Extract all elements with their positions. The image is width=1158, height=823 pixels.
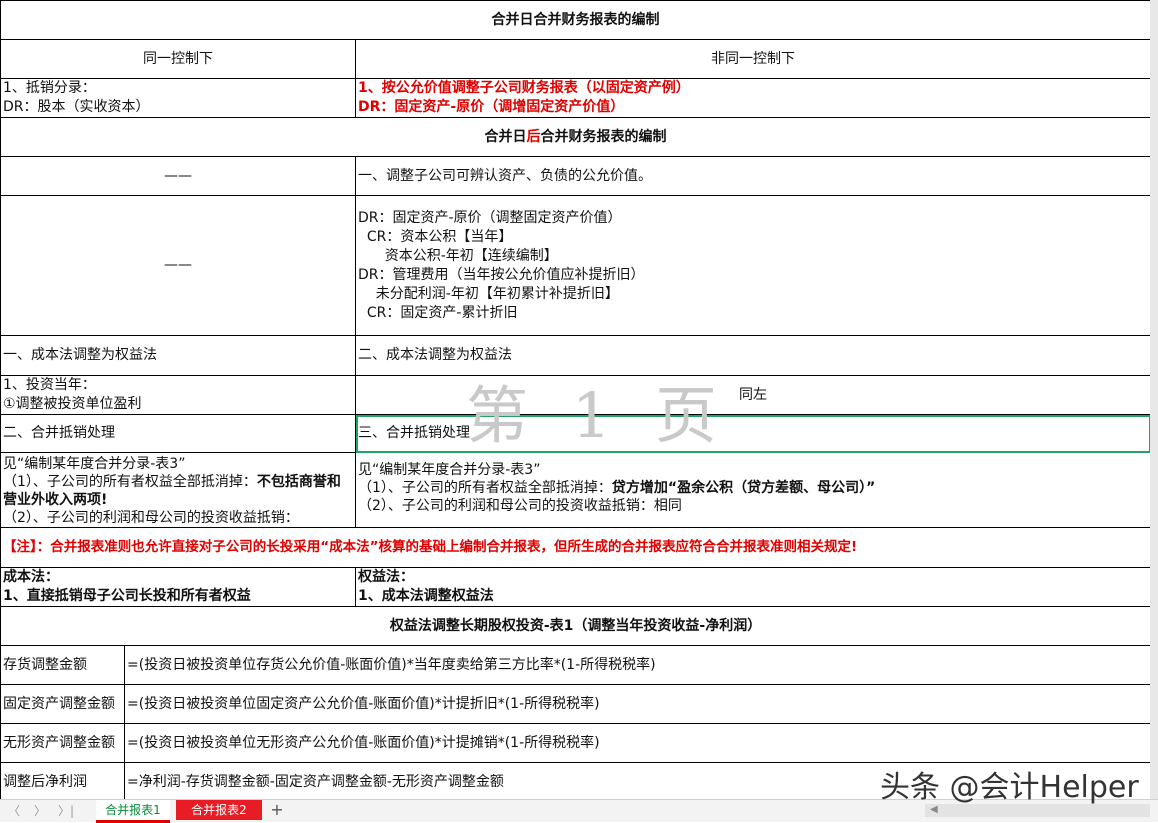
title-equity-adjust[interactable]: 权益法调整长期股权投资-表1（调整当年投资收益-净利润） xyxy=(1,607,1151,646)
elim-left-line2: （1）、子公司的所有者权益全部抵消掉：不包括商誉和营业外收入两项! xyxy=(3,473,353,509)
elim-right-line2b: 贷方增加“盈余公积（贷方差额、母公司）” xyxy=(612,480,875,496)
cell-formula-0[interactable]: =(投资日被投资单位存货公允价值-账面价值)*当年度卖给第三方比率*(1-所得税… xyxy=(125,646,1151,685)
header-same-control[interactable]: 同一控制下 xyxy=(1,40,356,79)
elim-left-line1: 见“编制某年度合并分录-表3” xyxy=(3,455,353,473)
elim-left-line2a: （1）、子公司的所有者权益全部抵消掉： xyxy=(3,474,257,490)
elim-right-line1: 见“编制某年度合并分录-表3” xyxy=(358,461,1148,479)
cell-same-as-left[interactable]: 同左 xyxy=(356,376,1151,415)
tab-sheet2[interactable]: 合并报表2 xyxy=(176,800,262,820)
cell-dash-1[interactable]: —— xyxy=(1,157,356,196)
title-after-merge-day[interactable]: 合并日后合并财务报表的编制 xyxy=(1,118,1151,157)
elim-right-line3: （2）、子公司的利润和母公司的投资收益抵销：相同 xyxy=(358,497,1148,515)
title2-pre: 合并日 xyxy=(485,129,527,145)
vertical-scroll-strip[interactable] xyxy=(1150,0,1158,799)
nav-last-icon[interactable]: 〉| xyxy=(56,802,76,820)
cell-cost-method[interactable]: 成本法： 1、直接抵销母子公司长投和所有者权益 xyxy=(1,568,356,607)
cell-formula-1[interactable]: =(投资日被投资单位固定资产公允价值-账面价值)*计提折旧*(1-所得税税率) xyxy=(125,685,1151,724)
cell-cost-to-equity-left[interactable]: 一、成本法调整为权益法 xyxy=(1,336,356,376)
header-non-same-control[interactable]: 非同一控制下 xyxy=(356,40,1151,79)
cell-adjust-fair-value[interactable]: 一、调整子公司可辨认资产、负债的公允价值。 xyxy=(356,157,1151,196)
spreadsheet-grid: 合并日合并财务报表的编制 同一控制下 非同一控制下 1、抵销分录： DR：股本（… xyxy=(0,0,1150,799)
cell-investment-year[interactable]: 1、投资当年： ①调整被投资单位盈利 xyxy=(1,376,356,415)
nav-next-icon[interactable]: 〉 xyxy=(30,802,50,820)
cell-elim-detail-right[interactable]: 见“编制某年度合并分录-表3”（1）、子公司的所有者权益全部抵消掉：贷方增加“盈… xyxy=(356,453,1151,528)
elim-right-line2a: （1）、子公司的所有者权益全部抵消掉： xyxy=(358,480,612,496)
cell-formula-2[interactable]: =(投资日被投资单位无形资产公允价值-账面价值)*计提摊销*(1-所得税税率) xyxy=(125,724,1151,763)
cell-formula-label-0[interactable]: 存货调整金额 xyxy=(1,646,125,685)
title2-post: 合并财务报表的编制 xyxy=(541,129,667,145)
nav-first-icon[interactable]: 〈 xyxy=(4,802,24,820)
cell-elim-detail-left[interactable]: 见“编制某年度合并分录-表3”（1）、子公司的所有者权益全部抵消掉：不包括商誉和… xyxy=(1,453,356,528)
brand-watermark: 头条 @会计Helper xyxy=(880,762,1139,806)
cell-merge-elim-right-selected[interactable]: 三、合并抵销处理 xyxy=(356,415,1151,453)
add-sheet-icon[interactable]: + xyxy=(266,800,288,820)
cell-formula-label-1[interactable]: 固定资产调整金额 xyxy=(1,685,125,724)
cell-dash-2[interactable]: —— xyxy=(1,196,356,336)
cell-fair-value-adjust[interactable]: 1、按公允价值调整子公司财务报表（以固定资产例） DR：固定资产-原价（调增固定… xyxy=(356,79,1151,118)
cell-cost-to-equity-right[interactable]: 二、成本法调整为权益法 xyxy=(356,336,1151,376)
tab-sheet1[interactable]: 合并报表1 xyxy=(96,800,170,823)
elim-left-line3: （2）、子公司的利润和母公司的投资收益抵销： xyxy=(3,509,353,527)
cell-formula-label-3[interactable]: 调整后净利润 xyxy=(1,763,125,800)
cell-note[interactable]: 【注】：合并报表准则也允许直接对子公司的长投采用“成本法”核算的基础上编制合并报… xyxy=(1,528,1151,568)
cell-merge-elim-left[interactable]: 二、合并抵销处理 xyxy=(1,415,356,453)
elim-right-line2: （1）、子公司的所有者权益全部抵消掉：贷方增加“盈余公积（贷方差额、母公司）” xyxy=(358,479,1148,497)
sheet-table: 合并日合并财务报表的编制 同一控制下 非同一控制下 1、抵销分录： DR：股本（… xyxy=(0,0,1150,799)
cell-equity-method[interactable]: 权益法： 1、成本法调整权益法 xyxy=(356,568,1151,607)
cell-elimination-entry[interactable]: 1、抵销分录： DR：股本（实收资本） xyxy=(1,79,356,118)
title-merge-day[interactable]: 合并日合并财务报表的编制 xyxy=(1,1,1151,40)
title2-red: 后 xyxy=(527,129,541,145)
cell-formula-label-2[interactable]: 无形资产调整金额 xyxy=(1,724,125,763)
cell-journal-entries[interactable]: DR：固定资产-原价（调整固定资产价值） CR：资本公积【当年】 资本公积-年初… xyxy=(356,196,1151,336)
